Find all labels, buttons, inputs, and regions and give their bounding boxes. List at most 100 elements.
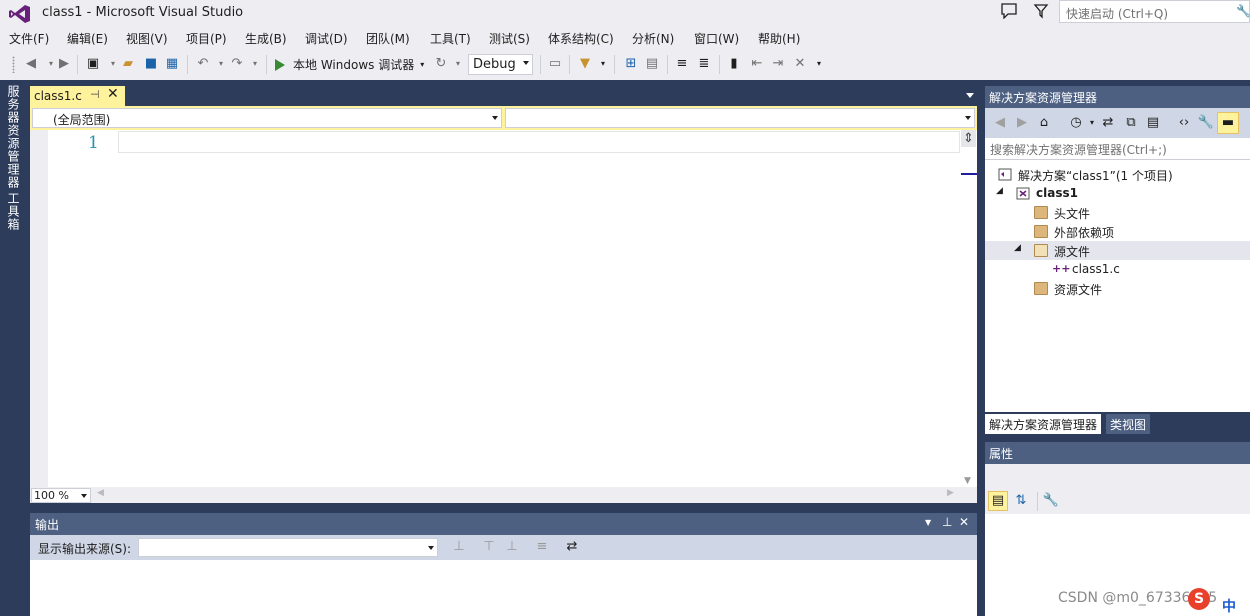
title-bar: class1 - Microsoft Visual Studio 快速启动 (C… bbox=[0, 0, 1250, 27]
bookmark-icon[interactable]: ▮ bbox=[725, 55, 743, 73]
home-icon[interactable]: ⌂ bbox=[1035, 114, 1053, 132]
back-icon[interactable]: ◀ bbox=[991, 114, 1009, 132]
tree-item-label: class1.c bbox=[1072, 262, 1120, 276]
prev-message-icon[interactable]: ⊤ bbox=[480, 538, 498, 556]
save-all-icon[interactable]: ▦ bbox=[163, 55, 181, 73]
document-list-dropdown-icon[interactable] bbox=[966, 93, 974, 98]
search-icon[interactable]: 🔧 bbox=[1236, 4, 1250, 18]
menu-file[interactable]: 文件(F) bbox=[9, 30, 49, 47]
feedback-icon[interactable] bbox=[1000, 3, 1018, 19]
menu-debug[interactable]: 调试(D) bbox=[305, 30, 348, 47]
tab-class-view[interactable]: 类视图 bbox=[1106, 414, 1151, 434]
clear-all-icon[interactable]: ≡ bbox=[533, 538, 551, 556]
split-window-icon[interactable]: ⇕ bbox=[961, 130, 976, 147]
menu-help[interactable]: 帮助(H) bbox=[758, 30, 800, 47]
chevron-down-icon[interactable]: ▾ bbox=[420, 60, 424, 69]
menu-analyze[interactable]: 分析(N) bbox=[632, 30, 674, 47]
tree-item-external-deps[interactable]: 外部依赖项 bbox=[985, 222, 1250, 241]
find-message-icon[interactable]: ⊥ bbox=[450, 538, 468, 556]
menu-edit[interactable]: 编辑(E) bbox=[67, 30, 108, 47]
tree-item-source-files[interactable]: ◢ 源文件 bbox=[985, 241, 1250, 260]
tree-item-project[interactable]: ◢ class1 bbox=[985, 184, 1250, 203]
property-pages-icon[interactable]: 🔧 bbox=[1042, 492, 1060, 510]
input-method-mode[interactable]: 中 bbox=[1222, 596, 1236, 616]
expanded-arrow-icon[interactable]: ◢ bbox=[1014, 243, 1021, 253]
uncomment-icon[interactable]: ≣ bbox=[695, 55, 713, 73]
preview-selected-icon[interactable]: ▬ bbox=[1217, 112, 1239, 134]
pin-icon[interactable]: ⊥ bbox=[942, 515, 952, 529]
properties-object-select[interactable] bbox=[985, 464, 1250, 488]
member-select[interactable] bbox=[505, 108, 975, 128]
clear-bookmarks-icon[interactable]: ✕ bbox=[791, 55, 809, 73]
output-text[interactable] bbox=[30, 560, 977, 616]
tree-item-resource-files[interactable]: 资源文件 bbox=[985, 279, 1250, 298]
quick-launch-input[interactable]: 快速启动 (Ctrl+Q) 🔧 bbox=[1059, 0, 1250, 23]
open-file-icon[interactable]: ▰ bbox=[119, 55, 137, 73]
menu-build[interactable]: 生成(B) bbox=[245, 30, 287, 47]
categorized-icon[interactable]: ▤ bbox=[988, 491, 1008, 511]
scope-select[interactable]: (全局范围) bbox=[32, 108, 502, 128]
find-in-files-icon[interactable]: ▼ bbox=[576, 55, 594, 73]
document-tab[interactable]: class1.c ⊣ ✕ bbox=[30, 86, 125, 106]
toolbox-tab[interactable]: 工具箱 bbox=[4, 192, 22, 231]
window-position-icon[interactable]: ▼ bbox=[925, 518, 931, 527]
show-all-files-icon[interactable]: ▤ bbox=[1144, 114, 1162, 132]
word-wrap-icon[interactable]: ⇄ bbox=[563, 538, 581, 556]
scroll-right-icon[interactable]: ▶ bbox=[947, 488, 954, 498]
menu-team[interactable]: 团队(M) bbox=[366, 30, 410, 47]
menu-test[interactable]: 测试(S) bbox=[489, 30, 530, 47]
tree-item-class1-c[interactable]: ++ class1.c bbox=[985, 260, 1250, 279]
navigate-forward-icon[interactable]: ▶ bbox=[55, 55, 73, 73]
server-explorer-tab[interactable]: 服务器资源管理器 bbox=[4, 85, 22, 189]
view-code-icon[interactable]: ‹› bbox=[1175, 114, 1193, 132]
undo-icon[interactable]: ↶ bbox=[194, 55, 212, 73]
menu-window[interactable]: 窗口(W) bbox=[694, 30, 739, 47]
menu-tools[interactable]: 工具(T) bbox=[430, 30, 471, 47]
filter-icon[interactable] bbox=[1033, 3, 1049, 19]
next-message-icon[interactable]: ⊥ bbox=[503, 538, 521, 556]
toolbar-grip[interactable] bbox=[12, 56, 15, 73]
redo-dropdown-icon[interactable]: ▾ bbox=[246, 55, 264, 73]
save-icon[interactable]: ■ bbox=[142, 55, 160, 73]
collapse-all-icon[interactable]: ⧉ bbox=[1122, 114, 1140, 132]
tab-solution-explorer[interactable]: 解决方案资源管理器 bbox=[985, 414, 1102, 434]
close-icon[interactable]: ✕ bbox=[107, 86, 119, 102]
solution-explorer-search-input[interactable]: 搜索解决方案资源管理器(Ctrl+;) bbox=[985, 138, 1250, 160]
new-project-icon[interactable]: ▣ bbox=[84, 55, 102, 73]
alphabetical-icon[interactable]: ⇅ bbox=[1012, 492, 1030, 510]
input-method-icon[interactable]: S bbox=[1188, 588, 1210, 610]
vertical-scrollbar[interactable] bbox=[960, 130, 977, 487]
tree-item-header-files[interactable]: 头文件 bbox=[985, 203, 1250, 222]
scroll-left-icon[interactable]: ◀ bbox=[97, 488, 104, 498]
pin-icon[interactable]: ⊣ bbox=[90, 88, 100, 101]
properties-toolbar-icon[interactable]: ▤ bbox=[643, 55, 661, 73]
sync-icon[interactable]: ⇄ bbox=[1099, 114, 1117, 132]
menu-architecture[interactable]: 体系结构(C) bbox=[548, 30, 614, 47]
restart-icon[interactable]: ↻ bbox=[432, 55, 450, 73]
tree-item-solution[interactable]: 解决方案“class1”(1 个项目) bbox=[985, 165, 1250, 184]
prev-bookmark-icon[interactable]: ⇤ bbox=[748, 55, 766, 73]
attach-icon[interactable]: ▭ bbox=[546, 55, 564, 73]
toolbar-separator bbox=[614, 55, 615, 74]
restart-dropdown-icon[interactable]: ▾ bbox=[449, 55, 467, 73]
close-icon[interactable]: ✕ bbox=[959, 515, 969, 529]
scroll-down-icon[interactable]: ▼ bbox=[964, 476, 971, 486]
forward-icon[interactable]: ▶ bbox=[1013, 114, 1031, 132]
next-bookmark-icon[interactable]: ⇥ bbox=[769, 55, 787, 73]
expanded-arrow-icon[interactable]: ◢ bbox=[996, 186, 1003, 196]
find-dropdown-icon[interactable]: ▾ bbox=[594, 55, 612, 73]
output-source-select[interactable] bbox=[138, 538, 438, 557]
menu-project[interactable]: 项目(P) bbox=[186, 30, 227, 47]
code-editor[interactable]: 1 bbox=[30, 130, 977, 487]
start-debugging-button[interactable]: 本地 Windows 调试器 ▾ bbox=[275, 55, 424, 74]
zoom-select[interactable]: 100 % bbox=[31, 488, 91, 503]
navigate-back-icon[interactable]: ◀ bbox=[22, 55, 40, 73]
solution-configuration-select[interactable]: Debug bbox=[468, 54, 533, 75]
comment-icon[interactable]: ≡ bbox=[673, 55, 691, 73]
redo-icon[interactable]: ↷ bbox=[228, 55, 246, 73]
properties-icon[interactable]: 🔧 bbox=[1197, 114, 1215, 132]
solution-explorer-toolbar-icon[interactable]: ⊞ bbox=[622, 55, 640, 73]
toolbar-overflow-icon[interactable]: ▾ bbox=[810, 55, 828, 73]
configuration-value: Debug bbox=[473, 57, 516, 72]
menu-view[interactable]: 视图(V) bbox=[126, 30, 168, 47]
